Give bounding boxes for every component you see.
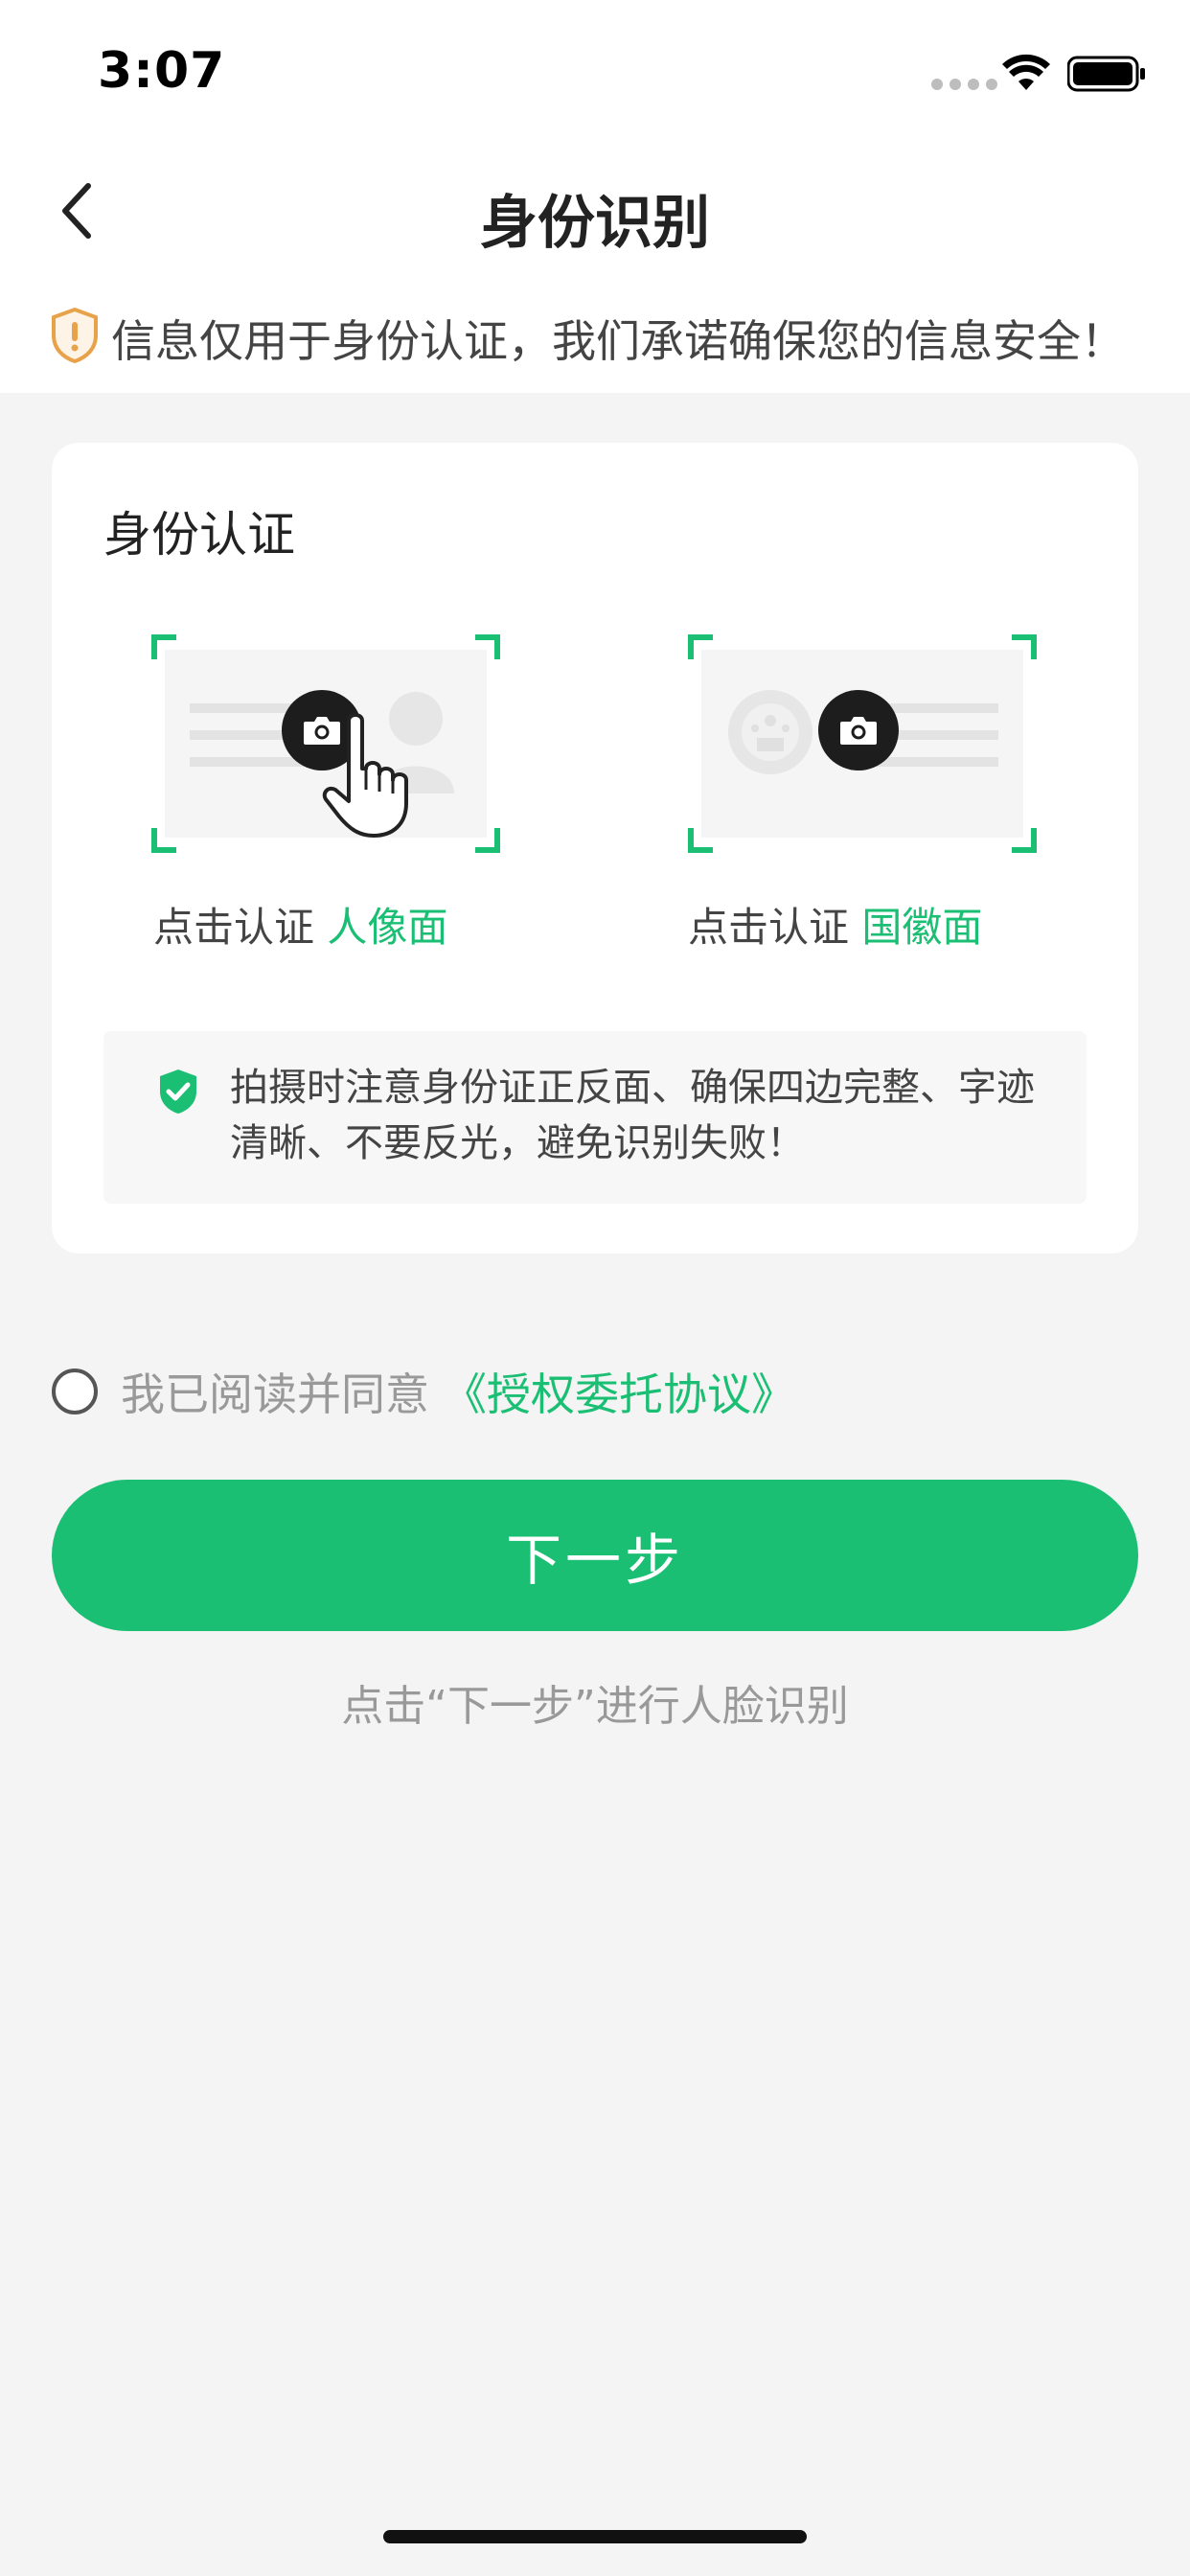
id-auth-card: 身份认证 点击认证 人像面 点击认证 国徽面 拍摄时注意身份证正反面、确保四边完… <box>52 443 1138 1254</box>
agreement-row: 我已阅读并同意 《授权委托协议》 <box>52 1361 795 1422</box>
page-title: 身份识别 <box>480 190 710 257</box>
tips-text: 拍摄时注意身份证正反面、确保四边完整、字迹清晰、不要反光，避免识别失败！ <box>230 1066 1035 1165</box>
camera-icon[interactable] <box>818 690 899 770</box>
agreement-text: 我已阅读并同意 <box>121 1368 429 1420</box>
next-button[interactable]: 下一步 <box>52 1480 1138 1631</box>
notice-text: 信息仅用于身份认证，我们承诺确保您的信息安全！ <box>111 315 1125 367</box>
hand-pointer-icon <box>322 713 408 838</box>
id-front-label[interactable]: 点击认证 人像面 <box>153 895 447 954</box>
nav-bar: 身份识别 <box>0 144 1190 278</box>
status-time: 3:07 <box>98 42 226 100</box>
id-back-label-highlight: 国徽面 <box>861 904 983 951</box>
home-indicator[interactable] <box>383 2530 807 2543</box>
agreement-link[interactable]: 《授权委托协议》 <box>443 1360 795 1423</box>
shield-warning-icon <box>52 307 98 364</box>
id-back-label-prefix: 点击认证 <box>688 904 850 951</box>
id-back-capture[interactable] <box>688 634 1037 853</box>
face-recognition-hint: 点击“下一步”进行人脸识别 <box>341 1682 849 1731</box>
security-notice: 信息仅用于身份认证，我们承诺确保您的信息安全！ <box>0 278 1190 393</box>
id-front-label-prefix: 点击认证 <box>153 904 315 951</box>
card-title: 身份认证 <box>103 507 295 563</box>
status-bar: 3:07 <box>0 0 1190 144</box>
id-front-capture[interactable] <box>151 634 500 853</box>
shield-check-icon <box>160 1070 196 1114</box>
wifi-icon <box>1002 54 1050 90</box>
battery-icon <box>1067 56 1145 92</box>
signal-icon <box>931 79 997 90</box>
photo-tips: 拍摄时注意身份证正反面、确保四边完整、字迹清晰、不要反光，避免识别失败！ <box>103 1031 1087 1204</box>
id-back-label[interactable]: 点击认证 国徽面 <box>688 895 982 954</box>
agreement-checkbox[interactable] <box>52 1368 98 1414</box>
id-front-label-highlight: 人像面 <box>327 904 448 951</box>
